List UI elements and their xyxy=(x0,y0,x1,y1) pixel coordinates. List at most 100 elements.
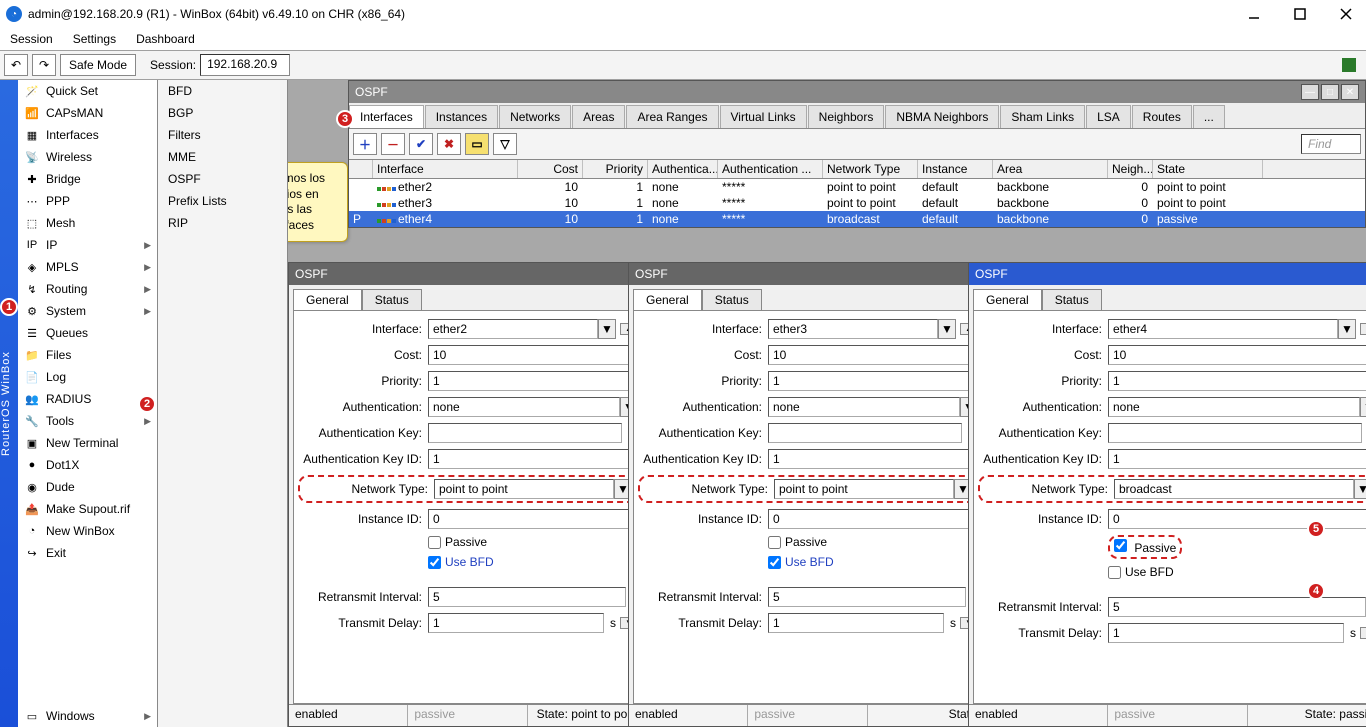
network-type-field[interactable]: broadcast xyxy=(1114,479,1354,499)
network-type-field[interactable]: point to point xyxy=(774,479,954,499)
sidebar-item-dot1x[interactable]: ●Dot1X xyxy=(18,454,157,476)
tab-instances[interactable]: Instances xyxy=(425,105,498,128)
col-4[interactable]: Authentica... xyxy=(648,160,718,178)
col-1[interactable]: Interface xyxy=(373,160,518,178)
txdelay-field[interactable]: 1 xyxy=(428,613,604,633)
tab-sham-links[interactable]: Sham Links xyxy=(1000,105,1085,128)
tab-networks[interactable]: Networks xyxy=(499,105,571,128)
instanceid-field[interactable]: 0 xyxy=(1108,509,1366,529)
passive-checkbox[interactable] xyxy=(768,536,781,549)
sidebar-item-quick-set[interactable]: 🪄Quick Set xyxy=(18,80,157,102)
submenu-mme[interactable]: MME xyxy=(158,146,287,168)
disable-button[interactable]: ✖ xyxy=(437,133,461,155)
usebfd-checkbox[interactable] xyxy=(1108,566,1121,579)
redo-button[interactable]: ↷ xyxy=(32,54,56,76)
sidebar-item-interfaces[interactable]: ▦Interfaces xyxy=(18,124,157,146)
tab-nbma-neighbors[interactable]: NBMA Neighbors xyxy=(885,105,999,128)
sidebar-item-ppp[interactable]: ⋯PPP xyxy=(18,190,157,212)
col-9[interactable]: Neigh... xyxy=(1108,160,1153,178)
sidebar-item-capsman[interactable]: 📶CAPsMAN xyxy=(18,102,157,124)
authkeyid-field[interactable]: 1 xyxy=(428,449,638,469)
authkey-field[interactable] xyxy=(768,423,962,443)
tab-virtual-links[interactable]: Virtual Links xyxy=(720,105,807,128)
menu-settings[interactable]: Settings xyxy=(67,30,122,48)
retransmit-field[interactable]: 5 xyxy=(428,587,626,607)
grid-row[interactable]: Pether4101none*****broadcastdefaultbackb… xyxy=(349,211,1365,227)
col-3[interactable]: Priority xyxy=(583,160,648,178)
sidebar-item-radius[interactable]: 👥RADIUS xyxy=(18,388,157,410)
maximize-button[interactable] xyxy=(1286,4,1314,24)
add-button[interactable]: ＋ xyxy=(353,133,377,155)
interface-field[interactable]: ether3 xyxy=(768,319,938,339)
sidebar-item-exit[interactable]: ↪Exit xyxy=(18,542,157,564)
submenu-rip[interactable]: RIP xyxy=(158,212,287,234)
tab-status[interactable]: Status xyxy=(362,289,422,310)
cost-field[interactable]: 10 xyxy=(428,345,638,365)
cost-field[interactable]: 10 xyxy=(1108,345,1366,365)
session-value[interactable]: 192.168.20.9 xyxy=(200,54,290,76)
submenu-ospf[interactable]: OSPF xyxy=(158,168,287,190)
network-type-field[interactable]: point to point xyxy=(434,479,614,499)
authkey-field[interactable] xyxy=(1108,423,1362,443)
remove-button[interactable]: － xyxy=(381,133,405,155)
window-close-icon[interactable]: ✕ xyxy=(1341,84,1359,100)
submenu-bfd[interactable]: BFD xyxy=(158,80,287,102)
auth-field[interactable]: none xyxy=(768,397,960,417)
sidebar-item-system[interactable]: ⚙System▶ xyxy=(18,300,157,322)
instanceid-field[interactable]: 0 xyxy=(428,509,638,529)
dropdown-icon[interactable]: ▼ xyxy=(598,319,616,339)
usebfd-checkbox[interactable] xyxy=(428,556,441,569)
down-arrow[interactable]: ▼ xyxy=(1360,627,1366,639)
retransmit-field[interactable]: 5 xyxy=(1108,597,1366,617)
tab-neighbors[interactable]: Neighbors xyxy=(808,105,885,128)
sidebar-item-new-winbox[interactable]: ◔New WinBox xyxy=(18,520,157,542)
sidebar-item-mpls[interactable]: ◈MPLS▶ xyxy=(18,256,157,278)
dropdown-icon[interactable]: ▼ xyxy=(1360,397,1366,417)
window-min-icon[interactable]: — xyxy=(1301,84,1319,100)
auth-field[interactable]: none xyxy=(1108,397,1360,417)
tab-interfaces[interactable]: Interfaces xyxy=(349,105,424,128)
authkeyid-field[interactable]: 1 xyxy=(1108,449,1366,469)
sidebar-item-dude[interactable]: ◉Dude xyxy=(18,476,157,498)
sidebar-item-queues[interactable]: ☰Queues xyxy=(18,322,157,344)
col-6[interactable]: Network Type xyxy=(823,160,918,178)
sidebar-item-log[interactable]: 📄Log xyxy=(18,366,157,388)
txdelay-field[interactable]: 1 xyxy=(1108,623,1344,643)
retransmit-field[interactable]: 5 xyxy=(768,587,966,607)
find-field[interactable]: Find xyxy=(1301,134,1361,154)
tab-areas[interactable]: Areas xyxy=(572,105,625,128)
tab-general[interactable]: General xyxy=(973,289,1042,310)
col-8[interactable]: Area xyxy=(993,160,1108,178)
tab-general[interactable]: General xyxy=(293,289,362,310)
passive-checkbox[interactable] xyxy=(1114,539,1127,552)
interface-field[interactable]: ether2 xyxy=(428,319,598,339)
sidebar-item-new-terminal[interactable]: ▣New Terminal xyxy=(18,432,157,454)
cost-field[interactable]: 10 xyxy=(768,345,978,365)
instanceid-field[interactable]: 0 xyxy=(768,509,978,529)
priority-field[interactable]: 1 xyxy=(768,371,978,391)
priority-field[interactable]: 1 xyxy=(428,371,638,391)
safe-mode-button[interactable]: Safe Mode xyxy=(60,54,136,76)
sidebar-item-mesh[interactable]: ⬚Mesh xyxy=(18,212,157,234)
dropdown-icon[interactable]: ▼ xyxy=(938,319,956,339)
sidebar-item-make-supout-rif[interactable]: 📤Make Supout.rif xyxy=(18,498,157,520)
col-7[interactable]: Instance xyxy=(918,160,993,178)
undo-button[interactable]: ↶ xyxy=(4,54,28,76)
grid-row[interactable]: ether2101none*****point to pointdefaultb… xyxy=(349,179,1365,195)
col-0[interactable] xyxy=(349,160,373,178)
dropdown-icon[interactable]: ▼ xyxy=(1338,319,1356,339)
minimize-button[interactable] xyxy=(1240,4,1268,24)
submenu-bgp[interactable]: BGP xyxy=(158,102,287,124)
txdelay-field[interactable]: 1 xyxy=(768,613,944,633)
tab-status[interactable]: Status xyxy=(702,289,762,310)
authkeyid-field[interactable]: 1 xyxy=(768,449,978,469)
passive-checkbox[interactable] xyxy=(428,536,441,549)
sidebar-item-routing[interactable]: ↯Routing▶ xyxy=(18,278,157,300)
col-2[interactable]: Cost xyxy=(518,160,583,178)
submenu-filters[interactable]: Filters xyxy=(158,124,287,146)
enable-button[interactable]: ✔ xyxy=(409,133,433,155)
col-10[interactable]: State xyxy=(1153,160,1263,178)
interface-field[interactable]: ether4 xyxy=(1108,319,1338,339)
submenu-prefix-lists[interactable]: Prefix Lists xyxy=(158,190,287,212)
menu-session[interactable]: Session xyxy=(4,30,59,48)
